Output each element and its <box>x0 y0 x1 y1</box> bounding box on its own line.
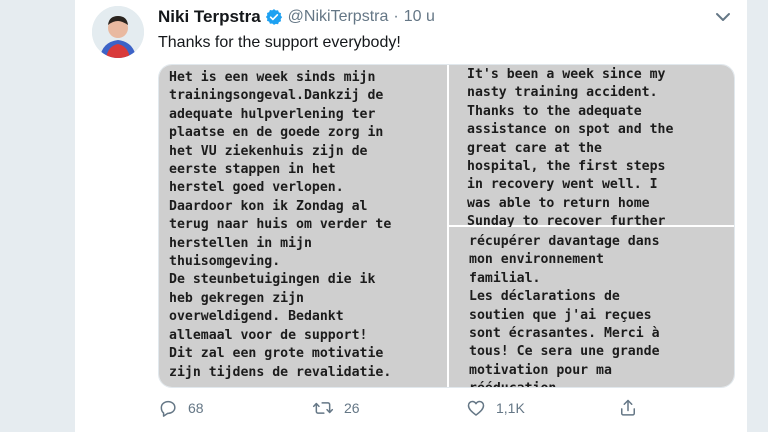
share-button[interactable] <box>618 397 648 419</box>
reply-count: 68 <box>188 400 204 416</box>
author-handle[interactable]: @NikiTerpstra <box>288 8 389 26</box>
retweet-button[interactable]: 26 <box>312 397 360 419</box>
tweet-header: Niki Terpstra @NikiTerpstra · 10 u <box>158 6 435 28</box>
verified-badge-icon <box>265 8 283 26</box>
avatar[interactable] <box>92 6 144 58</box>
chevron-down-icon[interactable] <box>714 10 732 24</box>
avatar-image <box>92 6 144 58</box>
author-name[interactable]: Niki Terpstra <box>158 7 261 27</box>
media-text-dutch: Het is een week sinds mijn trainingsonge… <box>159 65 447 387</box>
reply-icon <box>160 400 176 417</box>
like-count: 1,1K <box>496 400 525 416</box>
retweet-icon <box>312 402 334 414</box>
media-text-english: It's been a week since my nasty training… <box>449 65 734 229</box>
tweet-timestamp[interactable]: 10 u <box>404 8 435 26</box>
retweet-count: 26 <box>344 400 360 416</box>
media-text-french: récupérer davantage dans mon environneme… <box>449 227 734 387</box>
share-icon <box>621 399 635 416</box>
tweet-text: Thanks for the support everybody! <box>158 34 401 51</box>
like-button[interactable]: 1,1K <box>466 397 525 419</box>
tweet-media[interactable]: Het is een week sinds mijn trainingsonge… <box>158 64 735 388</box>
reply-button[interactable]: 68 <box>158 397 204 419</box>
separator-dot: · <box>393 8 399 25</box>
heart-icon <box>467 400 485 416</box>
